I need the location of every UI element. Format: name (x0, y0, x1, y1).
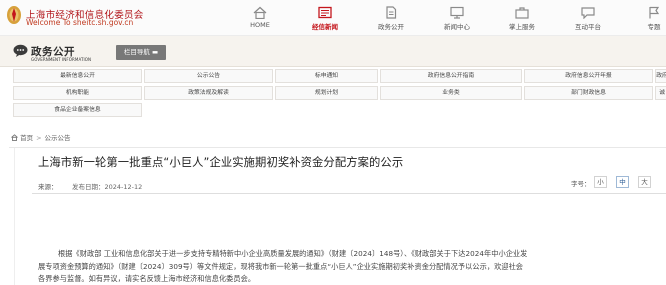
category-item[interactable]: 政府信息公开指南 (380, 69, 522, 83)
category-item[interactable]: 政府 (655, 69, 666, 83)
newspaper-icon (318, 6, 332, 19)
breadcrumb-current[interactable]: 公示公告 (45, 134, 71, 142)
nav-label: HOME (250, 21, 270, 29)
flag-icon (649, 6, 660, 19)
nav-services[interactable]: 掌上服务 (494, 0, 550, 36)
article-title: 上海市新一轮第一批重点“小巨人”企业实施期初奖补资金分配方案的公示 (38, 156, 404, 169)
nav-label: 政务公开 (378, 23, 404, 31)
breadcrumb-separator: > (36, 134, 42, 142)
nav-label: 新闻中心 (444, 23, 470, 31)
breadcrumb-home[interactable]: 首页 (20, 134, 33, 142)
breadcrumb-divider (9, 147, 666, 148)
document-icon (386, 6, 397, 19)
nav-news-center[interactable]: 新闻中心 (429, 0, 485, 36)
column-guide-label: 栏目导航 (123, 48, 150, 56)
house-icon (253, 6, 267, 19)
category-item[interactable]: 标申通知 (275, 69, 378, 83)
briefcase-icon (515, 7, 529, 19)
category-item[interactable]: 规划计划 (275, 86, 378, 100)
category-item[interactable]: 业务类 (380, 86, 522, 100)
category-item[interactable]: 部门财政信息 (524, 86, 653, 100)
side-divider (14, 148, 15, 285)
article-date: 发布日期：2024-12-12 (72, 183, 143, 191)
dash-icon: ▬ (151, 48, 159, 56)
section-bar: 政务公开 GOVERNMENT INFORMATION 栏目导航 ▬ (0, 36, 666, 67)
font-size-small-button[interactable]: 小 (594, 176, 607, 188)
article-paragraph-line: 根据《财政部 工业和信息化部关于进一步支持专精特新中小企业高质量发展的通知》（财… (58, 249, 528, 258)
chat-bubble-icon (13, 44, 28, 57)
article-paragraph-line: 各界参与监督。如有异议，请实名反馈上海市经济和信息化委员会。 (38, 274, 256, 283)
site-header: 上海市经济和信息化委员会 Welcome To sheitc.sh.gov.cn… (0, 0, 666, 36)
category-item[interactable]: 最新信息公开 (13, 69, 142, 83)
category-item[interactable]: 食品企业备案信息 (13, 103, 142, 117)
monitor-icon (450, 6, 464, 19)
nav-government[interactable]: 政务公开 (363, 0, 419, 36)
font-size-medium-button[interactable]: 中 (616, 176, 629, 188)
category-item[interactable]: 公示公告 (144, 69, 273, 83)
section-subtitle: GOVERNMENT INFORMATION (31, 57, 92, 62)
nav-label: 互动平台 (575, 23, 601, 31)
category-item[interactable]: 诚 (655, 86, 666, 100)
nav-interaction[interactable]: 互动平台 (560, 0, 616, 36)
chat-icon (581, 7, 595, 19)
breadcrumb: 首页 > 公示公告 (11, 131, 71, 145)
nav-label: 专题 (647, 23, 661, 31)
article-divider (32, 193, 666, 194)
category-item[interactable]: 政府信息公开年报 (524, 69, 653, 83)
category-item[interactable]: 机构职能 (13, 86, 142, 100)
nav-label: 经信新闻 (312, 23, 338, 31)
nav-home[interactable]: HOME (232, 0, 288, 36)
page: 上海市经济和信息化委员会 Welcome To sheitc.sh.gov.cn… (0, 0, 666, 285)
nav-label: 掌上服务 (509, 23, 535, 31)
column-guide-button[interactable]: 栏目导航 ▬ (116, 45, 166, 60)
article-paragraph-line: 展专项资金预算的通知》（财建〔2024〕309号）等文件规定，现将我市新一轮第一… (38, 262, 524, 271)
nav-news[interactable]: 经信新闻 (297, 0, 353, 36)
font-size-large-button[interactable]: 大 (638, 176, 651, 188)
home-icon (11, 134, 18, 141)
nav-topics[interactable]: 专题 (626, 0, 666, 36)
article-source: 来源： (38, 183, 58, 191)
emblem-icon[interactable] (5, 4, 23, 26)
font-size-label: 字号： (571, 180, 591, 188)
site-slogan: Welcome To sheitc.sh.gov.cn (26, 18, 134, 27)
category-item[interactable]: 政策法规及解读 (144, 86, 273, 100)
